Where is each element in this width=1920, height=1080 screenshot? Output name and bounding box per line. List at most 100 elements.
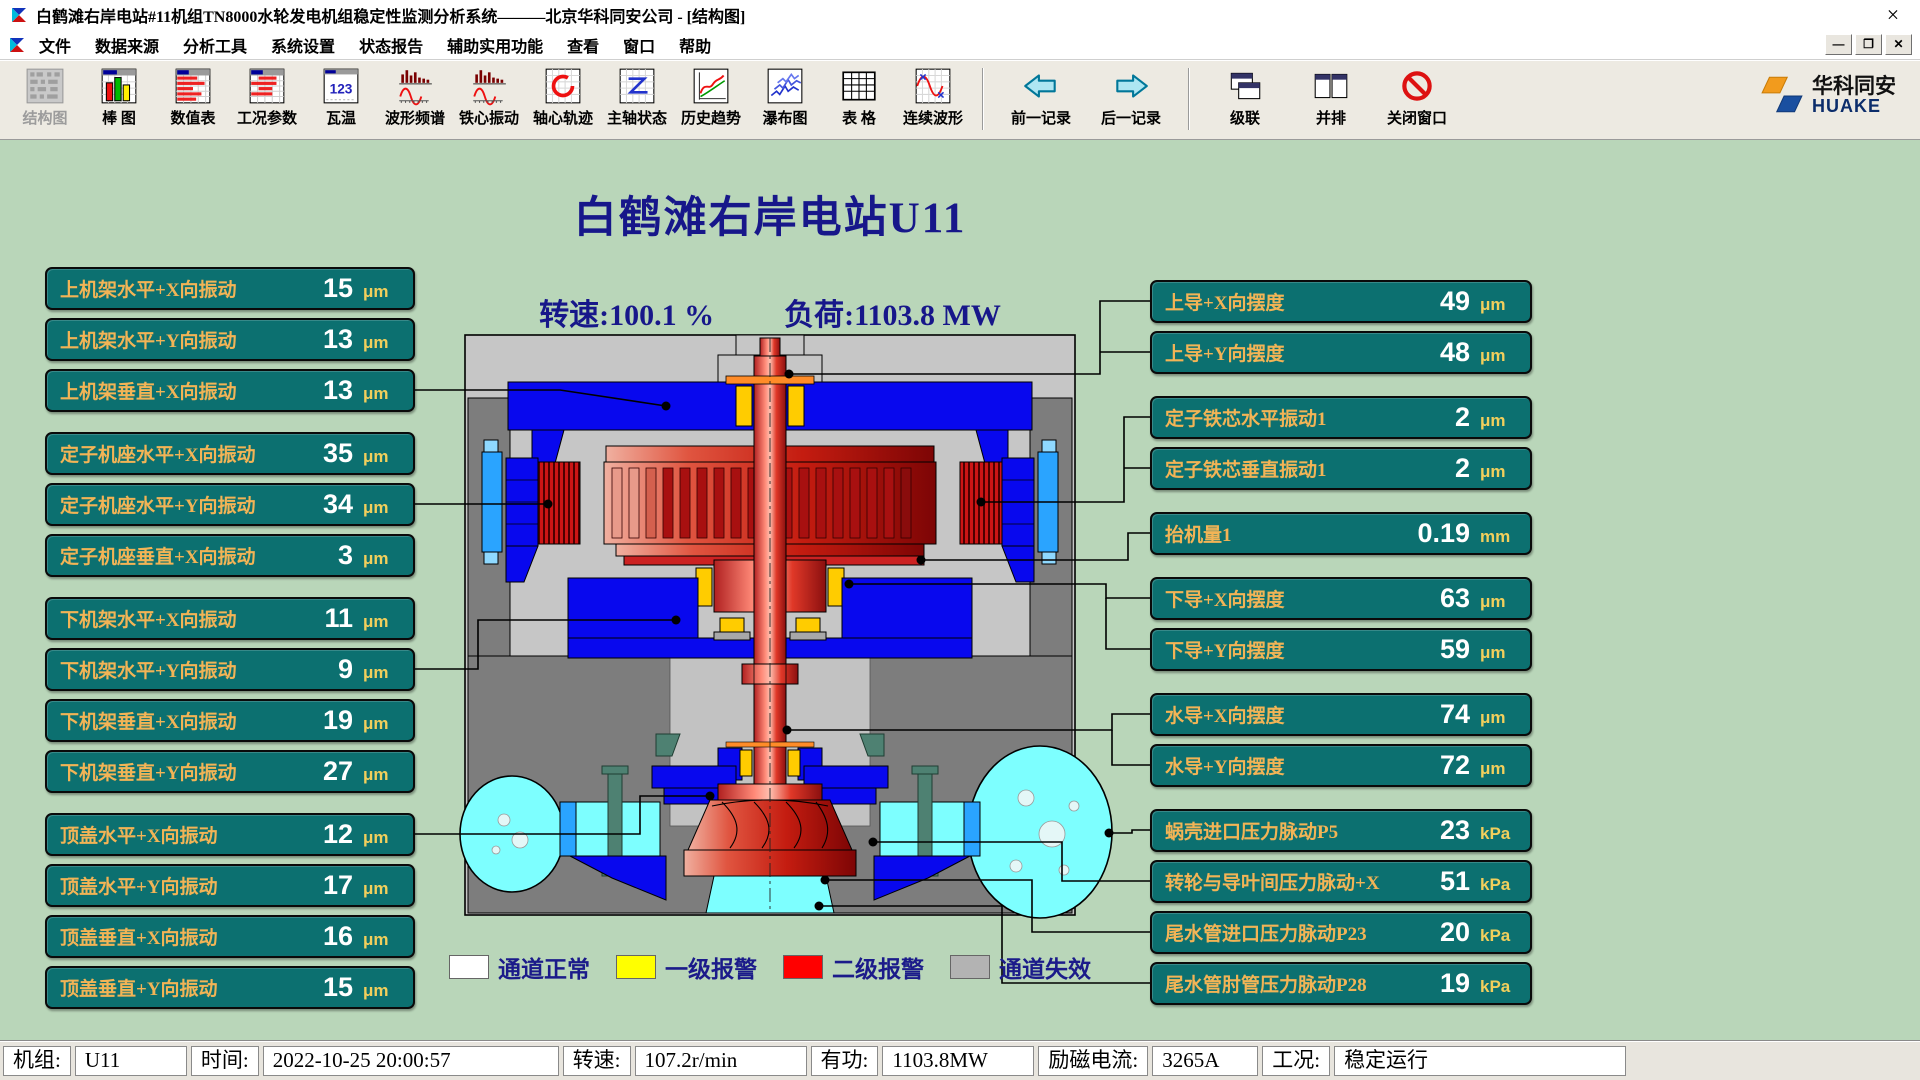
toolbar-button[interactable]: 轴心轨迹 bbox=[526, 66, 600, 128]
measurement-box[interactable]: 尾水管进口压力脉动P23 20 kPa bbox=[1150, 911, 1532, 954]
menu-item[interactable]: 帮助 bbox=[668, 31, 722, 59]
measurement-box[interactable]: 定子机座水平+Y向振动 34 μm bbox=[45, 483, 415, 526]
measurement-box[interactable]: 下导+X向摆度 63 μm bbox=[1150, 577, 1532, 620]
status-value: 2022-10-25 20:00:57 bbox=[263, 1046, 559, 1076]
measurement-box[interactable]: 水导+Y向摆度 72 μm bbox=[1150, 744, 1532, 787]
kpi-row: 转速:100.1 % 负荷:1103.8 MW bbox=[420, 290, 1120, 334]
measurement-box[interactable]: 顶盖水平+Y向振动 17 μm bbox=[45, 864, 415, 907]
menu-item[interactable]: 数据来源 bbox=[84, 31, 170, 59]
measurement-box[interactable]: 下机架水平+X向振动 11 μm bbox=[45, 597, 415, 640]
toolbar-button[interactable]: 关闭窗口 bbox=[1374, 66, 1460, 128]
close-icon[interactable]: × bbox=[1876, 2, 1910, 28]
close-window-button[interactable]: ✕ bbox=[1885, 34, 1912, 55]
measurement-unit: μm bbox=[363, 326, 405, 353]
toolbar-button[interactable]: 级联 bbox=[1202, 66, 1288, 128]
status-field: 时间: 2022-10-25 20:00:57 bbox=[191, 1046, 559, 1076]
measurement-value: 49 bbox=[1408, 286, 1470, 317]
wave-icon bbox=[913, 66, 953, 106]
measurement-box[interactable]: 下机架垂直+X向振动 19 μm bbox=[45, 699, 415, 742]
measurement-box[interactable]: 顶盖垂直+Y向振动 15 μm bbox=[45, 966, 415, 1009]
toolbar-button[interactable]: 瀑布图 bbox=[748, 66, 822, 128]
measurement-box[interactable]: 下机架垂直+Y向振动 27 μm bbox=[45, 750, 415, 793]
huake-logo: 华科同安 HUAKE bbox=[1759, 66, 1912, 116]
measurement-unit: μm bbox=[1480, 636, 1522, 663]
measurement-unit: μm bbox=[363, 656, 405, 683]
measurement-value: 17 bbox=[291, 870, 353, 901]
measurement-label: 顶盖垂直+Y向振动 bbox=[60, 974, 291, 1001]
measurement-box[interactable]: 定子机座水平+X向振动 35 μm bbox=[45, 432, 415, 475]
waterfall-icon bbox=[765, 66, 805, 106]
measurement-box[interactable]: 下机架水平+Y向振动 9 μm bbox=[45, 648, 415, 691]
measurement-unit: kPa bbox=[1480, 970, 1522, 997]
measurement-box[interactable]: 上机架垂直+X向振动 13 μm bbox=[45, 369, 415, 412]
minimize-button[interactable]: — bbox=[1825, 34, 1852, 55]
toolbar-button[interactable]: 前一记录 bbox=[996, 66, 1086, 128]
legend-swatch bbox=[783, 955, 823, 979]
measurement-unit: μm bbox=[1480, 288, 1522, 315]
measurement-box[interactable]: 下导+Y向摆度 59 μm bbox=[1150, 628, 1532, 671]
measurement-unit: μm bbox=[363, 275, 405, 302]
measurement-label: 下导+Y向摆度 bbox=[1165, 636, 1408, 663]
table-red2-icon bbox=[247, 66, 287, 106]
measurement-label: 水导+X向摆度 bbox=[1165, 701, 1408, 728]
toolbar-button[interactable]: 连续波形 bbox=[896, 66, 970, 128]
menu-item[interactable]: 系统设置 bbox=[260, 31, 346, 59]
toolbar-button[interactable]: 棒 图 bbox=[82, 66, 156, 128]
measurement-box[interactable]: 上导+Y向摆度 48 μm bbox=[1150, 331, 1532, 374]
arrow-right-icon bbox=[1111, 66, 1151, 106]
measurement-value: 16 bbox=[291, 921, 353, 952]
menu-item[interactable]: 窗口 bbox=[612, 31, 666, 59]
menu-bar: 文件 数据来源 分析工具 系统设置 状态报告 辅助实用功能 查看 窗口 帮助 —… bbox=[0, 30, 1920, 60]
menu-item[interactable]: 文件 bbox=[28, 31, 82, 59]
measurement-box[interactable]: 定子机座垂直+X向振动 3 μm bbox=[45, 534, 415, 577]
legend-item: 通道正常 bbox=[449, 950, 590, 984]
measurement-unit: μm bbox=[363, 440, 405, 467]
toolbar-button[interactable]: 结构图 bbox=[8, 66, 82, 128]
measurement-label: 蜗壳进口压力脉动P5 bbox=[1165, 817, 1408, 844]
toolbar-button[interactable]: 主轴状态 bbox=[600, 66, 674, 128]
toolbar-button[interactable]: 历史趋势 bbox=[674, 66, 748, 128]
restore-button[interactable]: ❐ bbox=[1855, 34, 1882, 55]
toolbar-button[interactable]: 123 瓦温 bbox=[304, 66, 378, 128]
app-icon bbox=[10, 6, 28, 24]
spectrum-icon bbox=[395, 66, 435, 106]
measurement-label: 定子机座垂直+X向振动 bbox=[60, 542, 291, 569]
status-value: 1103.8MW bbox=[882, 1046, 1034, 1076]
measurement-value: 19 bbox=[291, 705, 353, 736]
measurement-box[interactable]: 顶盖水平+X向振动 12 μm bbox=[45, 813, 415, 856]
measurement-box[interactable]: 转轮与导叶间压力脉动+X 51 kPa bbox=[1150, 860, 1532, 903]
measurement-label: 抬机量1 bbox=[1165, 520, 1408, 547]
measurement-box[interactable]: 上机架水平+Y向振动 13 μm bbox=[45, 318, 415, 361]
measurement-box[interactable]: 水导+X向摆度 74 μm bbox=[1150, 693, 1532, 736]
measurement-box[interactable]: 定子铁芯垂直振动1 2 μm bbox=[1150, 447, 1532, 490]
toolbar-button[interactable]: 数值表 bbox=[156, 66, 230, 128]
toolbar-group-views: 结构图 棒 图 数值表 工况参数 123 bbox=[8, 66, 970, 128]
measurement-value: 74 bbox=[1408, 699, 1470, 730]
svg-text:123: 123 bbox=[330, 81, 353, 96]
measurement-box[interactable]: 蜗壳进口压力脉动P5 23 kPa bbox=[1150, 809, 1532, 852]
menu-item[interactable]: 分析工具 bbox=[172, 31, 258, 59]
measurement-unit: μm bbox=[363, 758, 405, 785]
toolbar-button[interactable]: 表 格 bbox=[822, 66, 896, 128]
toolbar-button[interactable]: 铁心振动 bbox=[452, 66, 526, 128]
measurement-label: 顶盖水平+X向振动 bbox=[60, 821, 291, 848]
measurement-box[interactable]: 抬机量1 0.19 mm bbox=[1150, 512, 1532, 555]
measurement-box[interactable]: 顶盖垂直+X向振动 16 μm bbox=[45, 915, 415, 958]
measurement-box[interactable]: 定子铁芯水平振动1 2 μm bbox=[1150, 396, 1532, 439]
toolbar-button[interactable]: 工况参数 bbox=[230, 66, 304, 128]
measurement-unit: kPa bbox=[1480, 868, 1522, 895]
toolbar-button[interactable]: 并排 bbox=[1288, 66, 1374, 128]
status-label: 机组: bbox=[3, 1046, 71, 1076]
window-controls: — ❐ ✕ bbox=[1825, 34, 1912, 55]
toolbar-button[interactable]: 后一记录 bbox=[1086, 66, 1176, 128]
measurement-box[interactable]: 尾水管肘管压力脉动P28 19 kPa bbox=[1150, 962, 1532, 1005]
measurement-value: 20 bbox=[1408, 917, 1470, 948]
toolbar-button[interactable]: 波形频谱 bbox=[378, 66, 452, 128]
menu-item[interactable]: 状态报告 bbox=[348, 31, 434, 59]
measurement-box[interactable]: 上机架水平+X向振动 15 μm bbox=[45, 267, 415, 310]
measurement-box[interactable]: 上导+X向摆度 49 μm bbox=[1150, 280, 1532, 323]
legend-swatch bbox=[950, 955, 990, 979]
toolbar-group-records: 前一记录 后一记录 bbox=[996, 66, 1176, 128]
menu-item[interactable]: 辅助实用功能 bbox=[436, 31, 554, 59]
menu-item[interactable]: 查看 bbox=[556, 31, 610, 59]
